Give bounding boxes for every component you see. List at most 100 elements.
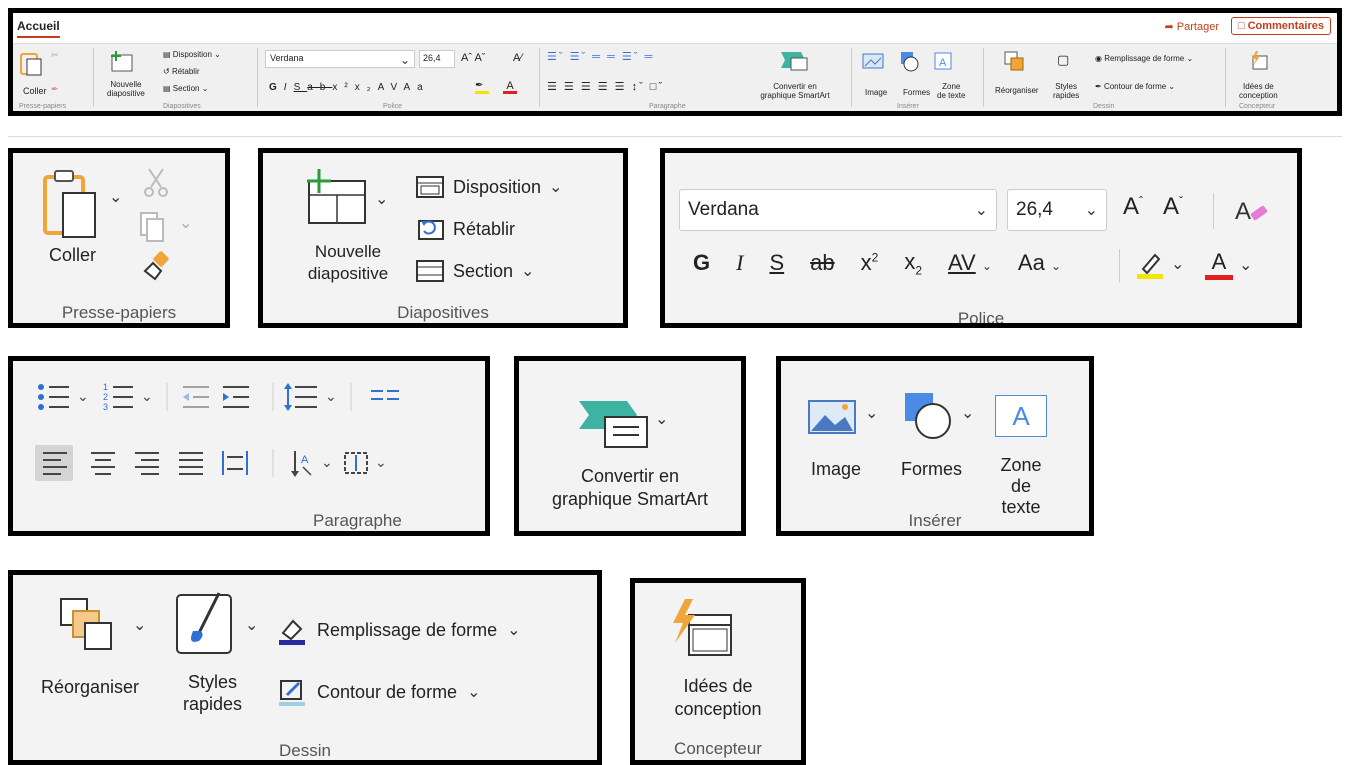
image-icon[interactable] (805, 393, 861, 439)
quick-styles-icon[interactable] (173, 589, 237, 659)
shapes-dropdown-icon[interactable]: ⌄ (961, 403, 974, 423)
new-slide-line1: Nouvelle (314, 242, 382, 261)
format-painter-icon-mini[interactable]: ✒ (51, 84, 59, 95)
design-ideas-icon[interactable] (665, 597, 735, 663)
highlight-icon-mini[interactable]: ✒ (475, 80, 489, 94)
textbox-icon[interactable]: A (995, 395, 1047, 437)
case-mini[interactable]: Aa (403, 82, 429, 93)
insert-icons-mini[interactable]: A (861, 50, 955, 74)
font-format-row-mini[interactable]: GISabx²x₂AVAa (269, 82, 430, 93)
reset-button-mini[interactable]: ↺ Rétablir (163, 67, 200, 76)
chevron-down-icon: ⌄ (1171, 256, 1185, 273)
grow-font-icon-mini[interactable]: Aˆ Aˇ (461, 52, 485, 64)
change-case-button[interactable]: Aa ⌄ (1018, 250, 1061, 276)
cut-icon-mini[interactable]: ✂ (51, 50, 59, 61)
shape-fill-button[interactable]: Remplissage de forme ⌄ (277, 615, 521, 645)
strike-mini[interactable]: ab (307, 82, 332, 93)
paste-dropdown-icon[interactable]: ⌄ (109, 187, 122, 207)
svg-text:⌄: ⌄ (321, 454, 333, 470)
smartart-button-label[interactable]: Convertir en graphique SmartArt (519, 465, 741, 511)
new-slide-icon-mini[interactable] (109, 50, 135, 74)
bold-mini[interactable]: G (269, 82, 284, 93)
outline-button-mini[interactable]: ✒ Contour de forme ⌄ (1095, 82, 1175, 91)
section-button-mini[interactable]: ▤ Section ⌄ (163, 84, 208, 93)
new-slide-button[interactable]: Nouvelle diapositive (293, 241, 403, 285)
paragraph-list-row-mini[interactable]: ☰ˇ ☰ˇ ═ ═ ☰ˇ ═ (547, 50, 654, 63)
font-color-icon-mini[interactable]: A (503, 80, 517, 94)
shape-outline-button[interactable]: Contour de forme ⌄ (277, 677, 480, 707)
new-slide-line2: diapositive (107, 89, 145, 98)
new-slide-icon[interactable] (301, 167, 371, 227)
bold-button[interactable]: G (693, 250, 710, 276)
arrange-dropdown-icon[interactable]: ⌄ (133, 615, 146, 635)
quick-styles-icon-mini[interactable]: ▢ (1057, 52, 1069, 68)
font-size-field-mini[interactable]: 26,4 (419, 50, 455, 68)
arrange-icon[interactable] (57, 595, 117, 655)
section-button[interactable]: Section ⌄ (415, 259, 534, 283)
reset-label: Rétablir (453, 218, 516, 239)
textbox-line2-mini: de texte (937, 91, 966, 100)
chevron-down-icon: ⌄ (1050, 259, 1062, 274)
cut-icon[interactable] (143, 167, 169, 199)
smartart-dropdown-icon[interactable]: ⌄ (655, 409, 668, 429)
designer-group-label: Concepteur (674, 739, 762, 758)
highlight-button[interactable]: ⌄ (1135, 249, 1184, 279)
shape-fill-icon (279, 619, 305, 645)
shapes-icon[interactable] (901, 389, 953, 441)
image-dropdown-icon[interactable]: ⌄ (865, 403, 878, 423)
font-size-field[interactable]: 26,4 ⌄ (1007, 189, 1107, 231)
font-name-field-mini[interactable]: Verdana ⌄ (265, 50, 415, 68)
reset-button[interactable]: Rétablir (415, 217, 515, 241)
subscript-button[interactable]: x2 (904, 249, 922, 277)
reset-icon (418, 220, 444, 240)
superscript-button[interactable]: x2 (861, 250, 879, 276)
justify-icon (179, 452, 203, 475)
paragraph-align-row-mini[interactable]: ☰ ☰ ☰ ☰ ☰ ↕ˇ □ˇ (547, 80, 664, 93)
paste-icon[interactable] (39, 167, 103, 243)
decrease-indent-icon (183, 386, 209, 408)
underline-button[interactable]: S (769, 250, 784, 276)
divider (1225, 48, 1226, 107)
new-slide-dropdown-icon[interactable]: ⌄ (375, 189, 388, 209)
layout-button-mini[interactable]: ▤ Disposition ⌄ (163, 50, 221, 59)
styles-line2: rapides (183, 694, 243, 714)
clear-formatting-icon[interactable]: A (1233, 193, 1273, 227)
font-name-field[interactable]: Verdana ⌄ (679, 189, 997, 231)
copy-dropdown-icon[interactable]: ⌄ (179, 213, 192, 233)
distributed-icon (222, 451, 248, 475)
clear-format-icon-mini[interactable]: A∕ (513, 52, 522, 64)
font-color-button[interactable]: A ⌄ (1205, 249, 1252, 280)
paste-icon[interactable] (19, 50, 45, 78)
character-spacing-button[interactable]: AV ⌄ (948, 250, 992, 276)
smartart-icon[interactable] (575, 397, 655, 453)
grow-font-button[interactable]: Aˆ (1123, 193, 1143, 221)
format-painter-icon[interactable] (139, 249, 171, 281)
shrink-font-button[interactable]: Aˇ (1163, 193, 1183, 221)
superscript-mini[interactable]: x² (332, 82, 354, 93)
spacing-mini[interactable]: AV (378, 82, 404, 93)
subscript-mini[interactable]: x₂ (355, 82, 378, 93)
strikethrough-button[interactable]: ab (810, 250, 834, 276)
underline-mini[interactable]: S (294, 82, 308, 93)
design-ideas-icon-mini[interactable] (1247, 50, 1269, 72)
layout-button[interactable]: Disposition ⌄ (415, 175, 562, 199)
quick-styles-dropdown-icon[interactable]: ⌄ (245, 615, 258, 635)
paragraph-align-row: A ⌄ ⌄ (43, 449, 387, 477)
superscript-mark: 2 (871, 250, 879, 265)
share-button[interactable]: ➦ Partager (1165, 20, 1219, 33)
tab-accueil[interactable]: Accueil (17, 19, 60, 38)
image-label-mini: Image (865, 88, 888, 97)
copy-icon[interactable] (137, 209, 173, 243)
smartart-line2-mini: graphique SmartArt (760, 91, 830, 100)
clipboard-panel: ⌄ Coller ⌄ Presse-papiers (8, 148, 230, 328)
italic-button[interactable]: I (736, 250, 743, 276)
smartart-icon-mini[interactable] (779, 50, 811, 72)
italic-mini[interactable]: I (284, 82, 294, 93)
comments-button[interactable]: □ Commentaires (1230, 17, 1331, 35)
arrange-icon-mini[interactable] (1003, 50, 1029, 74)
fill-button-mini[interactable]: ◉ Remplissage de forme ⌄ (1095, 54, 1193, 63)
font-size-dropdown-icon: ⌄ (1084, 202, 1098, 219)
subscript-letter: x (904, 249, 916, 274)
highlight-icon (1137, 253, 1163, 279)
svg-text:⌄: ⌄ (375, 454, 387, 470)
